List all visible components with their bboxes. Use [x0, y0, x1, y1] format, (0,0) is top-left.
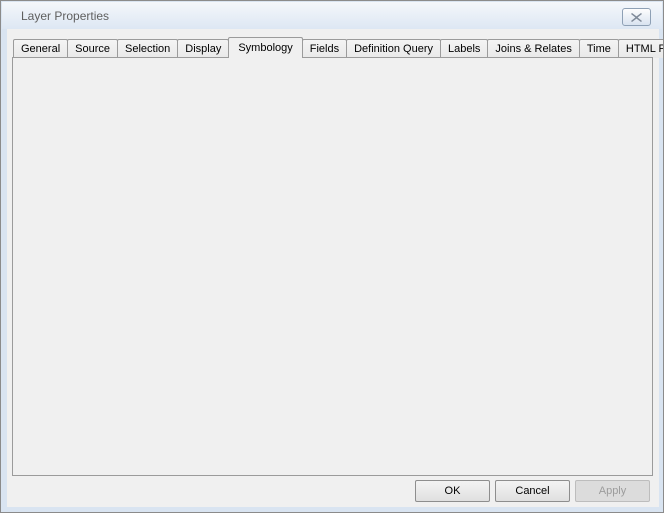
tab-fields[interactable]: Fields — [302, 39, 347, 58]
close-button[interactable] — [622, 8, 651, 26]
tab-time[interactable]: Time — [579, 39, 619, 58]
tab-display[interactable]: Display — [177, 39, 229, 58]
ok-button[interactable]: OK — [415, 480, 490, 502]
apply-button[interactable]: Apply — [575, 480, 650, 502]
tab-labels[interactable]: Labels — [440, 39, 488, 58]
title-bar[interactable]: Layer Properties — [2, 2, 662, 29]
tab-joins-relates[interactable]: Joins & Relates — [487, 39, 579, 58]
tab-source[interactable]: Source — [67, 39, 118, 58]
symbology-tab-page — [12, 57, 653, 476]
tab-definition-query[interactable]: Definition Query — [346, 39, 441, 58]
tab-strip: General Source Selection Display Symbolo… — [13, 37, 664, 58]
tab-general[interactable]: General — [13, 39, 68, 58]
layer-properties-dialog: Layer Properties General Source Selectio… — [0, 0, 664, 513]
tab-html-popup[interactable]: HTML Popup — [618, 39, 664, 58]
cancel-button[interactable]: Cancel — [495, 480, 570, 502]
tab-selection[interactable]: Selection — [117, 39, 178, 58]
dialog-body: General Source Selection Display Symbolo… — [7, 29, 659, 507]
tab-symbology[interactable]: Symbology — [228, 37, 302, 58]
window-title: Layer Properties — [21, 9, 109, 23]
close-icon — [631, 13, 642, 22]
